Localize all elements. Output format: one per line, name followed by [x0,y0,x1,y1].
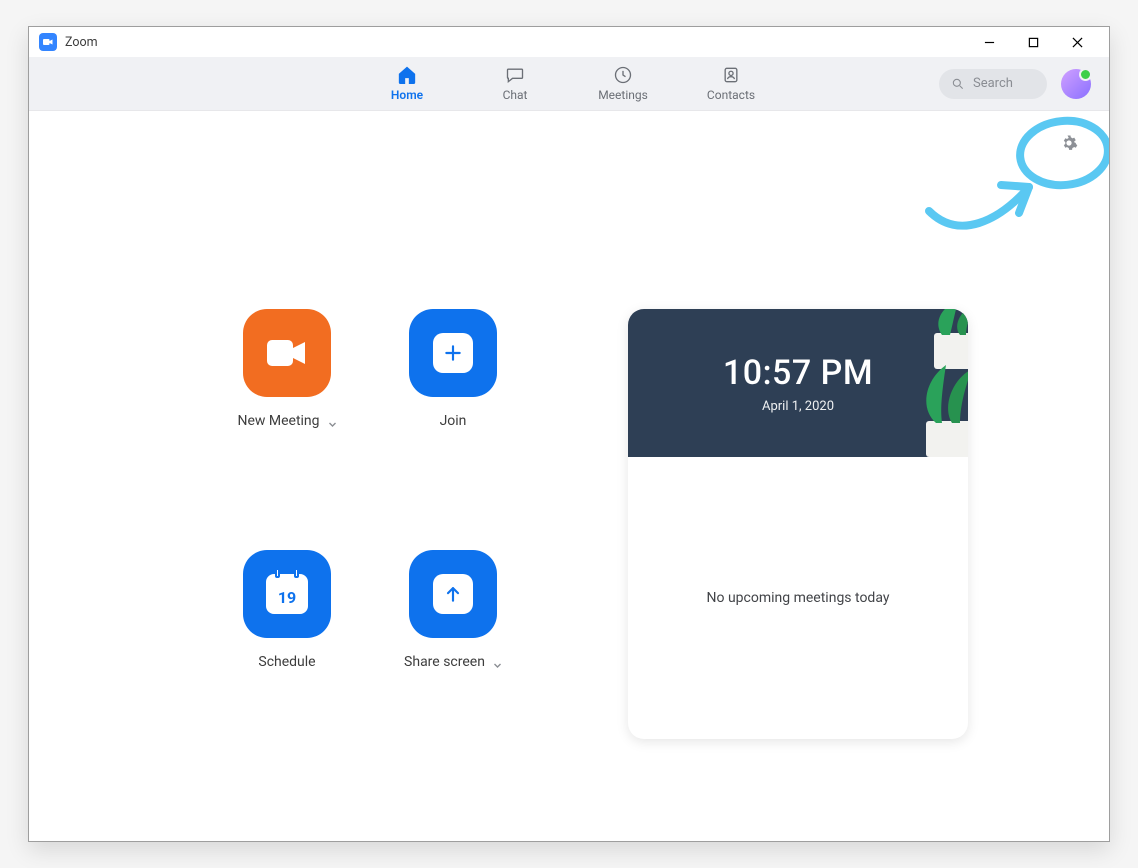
search-input[interactable]: Search [939,69,1047,99]
video-icon [265,336,309,370]
tab-contacts[interactable]: Contacts [701,57,761,110]
calendar-day-number: 19 [278,588,296,607]
clock-icon [613,65,633,85]
current-date: April 1, 2020 [762,399,834,414]
top-nav: Home Chat Meetings Contacts [29,57,1109,111]
chevron-down-icon [493,658,502,667]
home-icon [397,65,417,85]
plus-icon [433,333,473,373]
new-meeting-label-row[interactable]: New Meeting [237,413,336,429]
schedule-button[interactable]: 19 [243,550,331,638]
search-placeholder: Search [973,76,1013,91]
schedule-label: Schedule [258,654,315,670]
tab-chat-label: Chat [503,88,528,102]
settings-button[interactable] [1057,131,1081,155]
new-meeting-label: New Meeting [237,413,319,429]
main-content: New Meeting Join [29,111,1109,841]
window-minimize-button[interactable] [967,27,1011,57]
tab-home[interactable]: Home [377,57,437,110]
join-label: Join [440,413,467,429]
join-button[interactable] [409,309,497,397]
profile-avatar[interactable] [1061,69,1091,99]
new-meeting-button[interactable] [243,309,331,397]
tab-home-label: Home [391,88,423,102]
arrow-up-icon [433,574,473,614]
window-title: Zoom [65,35,98,50]
zoom-app-icon [39,33,57,51]
chat-icon [505,65,525,85]
tab-meetings[interactable]: Meetings [593,57,653,110]
meetings-info-card: 10:57 PM April 1, 2020 No upcoming meeti [628,309,968,739]
current-time: 10:57 PM [723,353,873,393]
gear-icon [1060,134,1078,152]
window-close-button[interactable] [1055,27,1099,57]
tab-contacts-label: Contacts [707,88,755,102]
tab-meetings-label: Meetings [598,88,648,102]
app-window: Zoom Home Chat [28,26,1110,842]
contacts-icon [721,65,741,85]
window-maximize-button[interactable] [1011,27,1055,57]
plant-decoration-icon [902,365,968,457]
share-screen-label-row[interactable]: Share screen [404,654,502,670]
info-card-hero: 10:57 PM April 1, 2020 [628,309,968,457]
plant-decoration-icon [902,309,968,369]
title-bar: Zoom [29,27,1109,57]
tab-chat[interactable]: Chat [485,57,545,110]
chevron-down-icon [328,417,337,426]
search-icon [951,77,965,91]
upcoming-meetings-empty: No upcoming meetings today [628,457,968,739]
share-screen-label: Share screen [404,654,485,670]
action-tiles: New Meeting Join [224,309,516,739]
calendar-icon: 19 [266,574,308,614]
share-screen-button[interactable] [409,550,497,638]
